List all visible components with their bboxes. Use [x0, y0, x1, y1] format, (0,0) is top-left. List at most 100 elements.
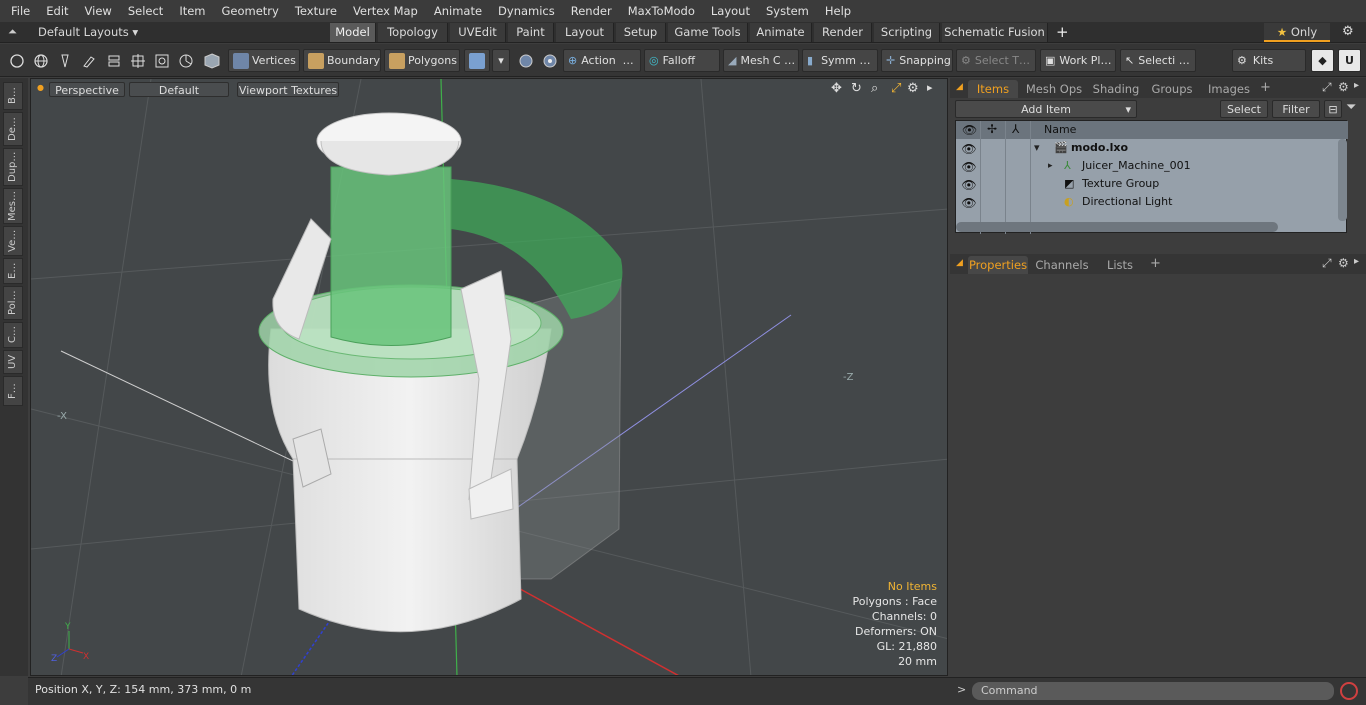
- collapse-icon[interactable]: ⊟: [1324, 100, 1342, 118]
- unreal-icon[interactable]: U: [1338, 49, 1361, 72]
- selection-sets-button[interactable]: ↖ Selecti …: [1120, 49, 1196, 72]
- panel-more-icon[interactable]: ▸: [1354, 80, 1359, 91]
- symmetry-button[interactable]: ▮ Symm …: [802, 49, 878, 72]
- action-center-button[interactable]: ⊕ Action …: [563, 49, 641, 72]
- tab-lists[interactable]: Lists: [1096, 256, 1144, 274]
- tab-setup[interactable]: Setup: [616, 23, 666, 42]
- panel-more-icon[interactable]: ▸: [1354, 256, 1359, 267]
- funnel-icon[interactable]: ⏷: [1346, 100, 1356, 115]
- menu-dynamics[interactable]: Dynamics: [490, 0, 563, 22]
- list-item-scene[interactable]: 👁 ▾ 🎬 modo.lxo: [956, 139, 1348, 157]
- maximize-icon[interactable]: ⤢: [891, 81, 901, 96]
- eye-icon[interactable]: 👁: [961, 140, 977, 156]
- viewport-expand-icon[interactable]: ▸: [927, 81, 933, 94]
- menu-help[interactable]: Help: [817, 0, 859, 22]
- left-tab-basic[interactable]: B…: [3, 82, 23, 110]
- tab-groups[interactable]: Groups: [1146, 80, 1198, 98]
- tab-animate[interactable]: Animate: [750, 23, 812, 42]
- unity-icon[interactable]: ◆: [1311, 49, 1334, 72]
- layout-collapse-icon[interactable]: ⏶: [8, 25, 17, 39]
- left-tab-fusion[interactable]: F…: [3, 376, 23, 406]
- polygons-button[interactable]: Polygons: [384, 49, 460, 72]
- visibility-eye-icon[interactable]: 👁: [962, 123, 977, 137]
- shield-icon[interactable]: [539, 50, 560, 71]
- mode-dropdown[interactable]: ▾: [492, 49, 510, 72]
- left-tab-edge[interactable]: E…: [3, 258, 23, 284]
- boundary-button[interactable]: Boundary: [303, 49, 381, 72]
- add-tab-button[interactable]: +: [1056, 22, 1069, 43]
- name-column-header[interactable]: Name: [1044, 123, 1076, 136]
- panel-menu-icon[interactable]: ◢: [956, 258, 963, 268]
- left-tab-mesh[interactable]: Mes…: [3, 188, 23, 224]
- left-tab-duplicate[interactable]: Dup…: [3, 148, 23, 186]
- circle-select-icon[interactable]: [6, 50, 27, 71]
- lock-icon[interactable]: ✢: [987, 122, 997, 136]
- tab-render[interactable]: Render: [814, 23, 872, 42]
- tab-shading[interactable]: Shading: [1088, 80, 1144, 98]
- eye-icon[interactable]: 👁: [961, 194, 977, 210]
- tab-channels[interactable]: Channels: [1034, 256, 1090, 274]
- panel-menu-icon[interactable]: ◢: [956, 82, 963, 92]
- layout-dropdown[interactable]: Default Layouts ▾: [38, 22, 138, 43]
- menu-render[interactable]: Render: [563, 0, 620, 22]
- panel-expand-icon[interactable]: ⤢: [1322, 80, 1332, 95]
- add-item-button[interactable]: Add Item ▾: [955, 100, 1137, 118]
- menu-item[interactable]: Item: [171, 0, 213, 22]
- menu-select[interactable]: Select: [120, 0, 171, 22]
- tab-topology[interactable]: Topology: [378, 23, 448, 42]
- align-icon[interactable]: [103, 50, 124, 71]
- tab-model[interactable]: Model: [330, 23, 376, 42]
- panel-expand-icon[interactable]: ⤢: [1322, 256, 1332, 271]
- gear-icon[interactable]: ⚙: [1342, 24, 1354, 39]
- work-plane-button[interactable]: ▣ Work Pl…: [1040, 49, 1116, 72]
- tab-paint[interactable]: Paint: [508, 23, 554, 42]
- tab-uvedit[interactable]: UVEdit: [450, 23, 506, 42]
- list-item-light[interactable]: 👁 ◐ Directional Light: [956, 193, 1348, 211]
- panel-gear-icon[interactable]: ⚙: [1338, 80, 1349, 94]
- menu-vertex-map[interactable]: Vertex Map: [345, 0, 426, 22]
- command-input[interactable]: Command: [972, 682, 1334, 700]
- only-toggle[interactable]: ★ Only: [1264, 23, 1330, 42]
- filter-button[interactable]: Filter: [1272, 100, 1320, 118]
- falloff-button[interactable]: ◎ Falloff: [644, 49, 720, 72]
- tab-properties[interactable]: Properties: [968, 256, 1028, 274]
- eye-icon[interactable]: 👁: [961, 176, 977, 192]
- menu-animate[interactable]: Animate: [426, 0, 490, 22]
- select-through-button[interactable]: ⚙ Select T…: [956, 49, 1036, 72]
- tab-schematic-fusion[interactable]: Schematic Fusion: [942, 23, 1048, 42]
- perspective-button[interactable]: Perspective: [49, 82, 125, 97]
- tab-scripting[interactable]: Scripting: [874, 23, 940, 42]
- left-tab-polygon[interactable]: Pol…: [3, 286, 23, 320]
- expand-arrow-icon[interactable]: ▾: [1034, 139, 1040, 157]
- menu-layout[interactable]: Layout: [703, 0, 758, 22]
- viewport-textures-button[interactable]: Viewport Textures: [237, 82, 339, 97]
- snapping-button[interactable]: ✛ Snapping: [881, 49, 953, 72]
- tab-layout[interactable]: Layout: [556, 23, 614, 42]
- horizontal-scrollbar[interactable]: [956, 222, 1278, 232]
- cube-icon[interactable]: [201, 50, 222, 71]
- mesh-constraints-button[interactable]: ◢ Mesh C …: [723, 49, 799, 72]
- pan-icon[interactable]: ✥: [831, 81, 842, 96]
- sphere-icon[interactable]: [515, 50, 536, 71]
- panel-gear-icon[interactable]: ⚙: [1338, 256, 1349, 270]
- viewport-menu-icon[interactable]: ●: [37, 83, 44, 92]
- tab-images[interactable]: Images: [1200, 80, 1258, 98]
- left-tab-deform[interactable]: De…: [3, 112, 23, 146]
- vertices-button[interactable]: Vertices: [228, 49, 300, 72]
- menu-view[interactable]: View: [77, 0, 120, 22]
- menu-texture[interactable]: Texture: [287, 0, 345, 22]
- select-button[interactable]: Select: [1220, 100, 1268, 118]
- menu-system[interactable]: System: [758, 0, 817, 22]
- viewport-settings-icon[interactable]: ⚙: [907, 81, 919, 96]
- locator-icon[interactable]: ⅄: [1012, 122, 1019, 136]
- globe-icon[interactable]: [30, 50, 51, 71]
- list-item-mesh[interactable]: 👁 ▸ ⅄ Juicer_Machine_001: [956, 157, 1348, 175]
- material-mode-button[interactable]: [464, 49, 490, 72]
- shading-default-button[interactable]: Default: [129, 82, 229, 97]
- tab-mesh-ops[interactable]: Mesh Ops: [1022, 80, 1086, 98]
- eye-icon[interactable]: 👁: [961, 158, 977, 174]
- pen-icon[interactable]: [54, 50, 75, 71]
- menu-edit[interactable]: Edit: [38, 0, 76, 22]
- rotate-icon[interactable]: ↻: [851, 81, 862, 96]
- left-tab-curve[interactable]: C…: [3, 322, 23, 348]
